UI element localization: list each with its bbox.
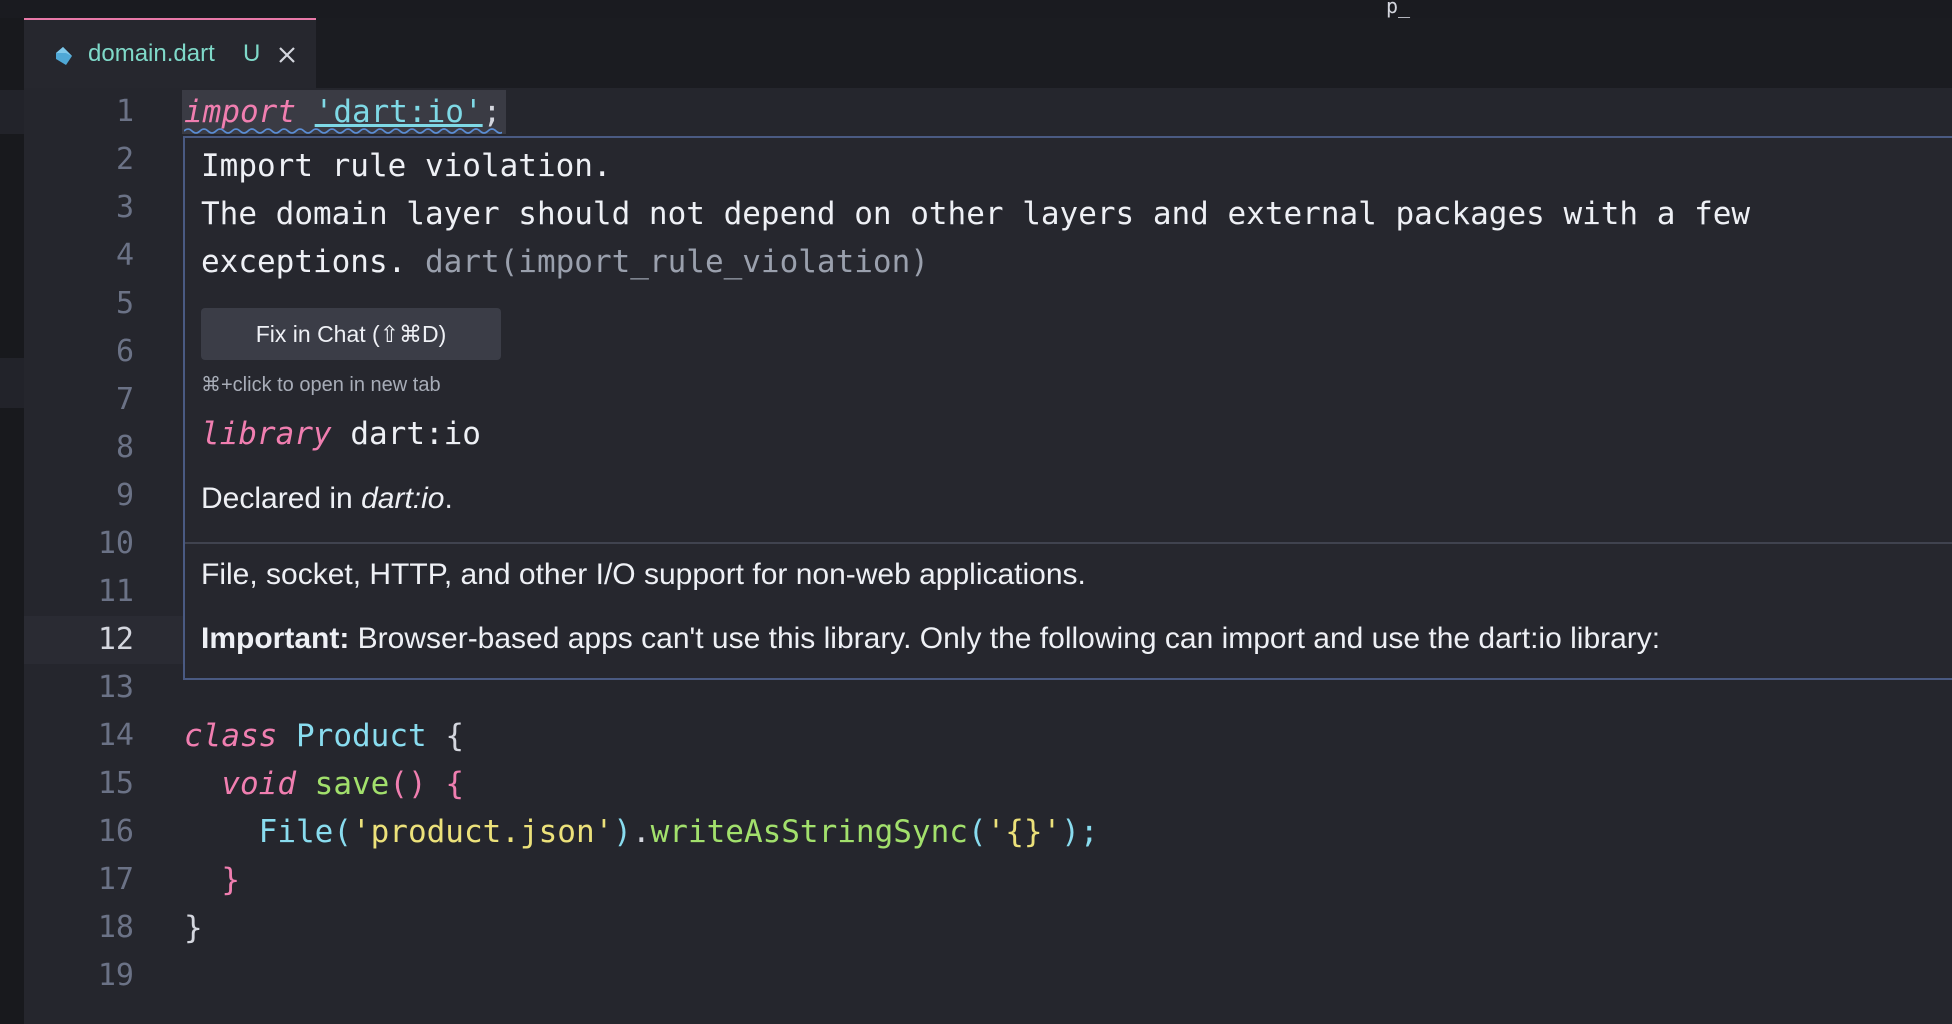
diagnostic-message-end: exceptions. xyxy=(201,244,407,280)
diagnostic-message-cont: exceptions. dart(import_rule_violation) xyxy=(201,244,929,280)
string-literal: 'product.json' xyxy=(351,814,614,850)
line-number: 17 xyxy=(97,862,134,897)
line-number-gutter: 1 2 3 4 5 6 7 8 9 10 11 12 13 14 15 16 1… xyxy=(24,88,134,1024)
code-keyword: import xyxy=(184,94,296,130)
line-number: 8 xyxy=(115,430,134,465)
line-number: 2 xyxy=(115,142,134,177)
line-number: 13 xyxy=(97,670,134,705)
code-line-16[interactable]: File('product.json').writeAsStringSync('… xyxy=(184,808,1099,856)
hover-divider xyxy=(185,542,1952,544)
code-punctuation: ); xyxy=(1061,814,1099,850)
dart-file-icon xyxy=(56,47,72,65)
important-text: Browser-based apps can't use this librar… xyxy=(349,622,1661,655)
declared-prefix: Declared in xyxy=(201,482,362,515)
important-label: Important: xyxy=(201,622,350,655)
top-strip: p_ xyxy=(0,0,1952,18)
hover-tooltip: Import rule violation. The domain layer … xyxy=(183,136,1952,680)
strip-mark xyxy=(0,90,24,134)
line-number: 5 xyxy=(115,286,134,321)
top-fragment-text: p_ xyxy=(1386,0,1411,18)
code-line-18[interactable]: } xyxy=(184,904,203,952)
method-name: writeAsStringSync xyxy=(650,814,968,850)
code-punctuation: } xyxy=(184,910,203,946)
fix-in-chat-button[interactable]: Fix in Chat (⇧⌘D) xyxy=(201,308,501,360)
important-note: Important: Browser-based apps can't use … xyxy=(201,622,1660,656)
line-number: 9 xyxy=(115,478,134,513)
close-icon[interactable] xyxy=(275,43,299,67)
line-number: 19 xyxy=(97,958,134,993)
code-line-15[interactable]: void save() { xyxy=(184,760,464,808)
tab-domain-dart[interactable]: domain.dart U xyxy=(24,18,316,88)
code-punctuation: { xyxy=(445,766,464,802)
line-number: 11 xyxy=(97,574,134,609)
code-punctuation: () xyxy=(389,766,427,802)
line-number: 16 xyxy=(97,814,134,849)
code-line-14[interactable]: class Product { xyxy=(184,712,464,760)
library-name: dart:io xyxy=(350,416,481,452)
line-number: 4 xyxy=(115,238,134,273)
library-description: File, socket, HTTP, and other I/O suppor… xyxy=(201,558,1086,591)
code-punctuation: . xyxy=(631,814,651,850)
warning-squiggle xyxy=(184,128,502,134)
class-name: File xyxy=(258,814,334,850)
open-new-tab-hint: ⌘+click to open in new tab xyxy=(201,374,441,396)
library-signature: library dart:io xyxy=(201,416,481,452)
code-punctuation: ( xyxy=(333,814,352,850)
code-line-17[interactable]: } xyxy=(184,856,240,904)
method-name: save xyxy=(314,766,390,802)
code-punctuation: ( xyxy=(967,814,987,850)
line-number: 18 xyxy=(97,910,134,945)
library-keyword: library xyxy=(201,416,332,452)
class-name: Product xyxy=(296,718,427,754)
tab-title: domain.dart xyxy=(88,40,215,67)
declared-in: Declared in dart:io. xyxy=(201,482,453,516)
code-punctuation: ) xyxy=(613,814,632,850)
code-punctuation: } xyxy=(221,862,240,898)
line-number: 6 xyxy=(115,334,134,369)
declared-suffix: . xyxy=(444,482,453,515)
code-punctuation: ; xyxy=(482,94,502,130)
line-number-active: 12 xyxy=(97,622,134,657)
line-number: 3 xyxy=(115,190,134,225)
activity-strip xyxy=(0,18,24,1024)
line-number: 1 xyxy=(115,94,134,129)
strip-mark xyxy=(0,358,24,408)
git-status-badge: U xyxy=(243,40,261,67)
line-number: 14 xyxy=(97,718,134,753)
diagnostic-rule-code: dart(import_rule_violation) xyxy=(424,244,929,280)
declared-library: dart:io xyxy=(361,482,445,515)
tab-bar: domain.dart U xyxy=(24,18,1952,88)
diagnostic-title: Import rule violation. xyxy=(201,148,612,184)
line-number: 7 xyxy=(115,382,134,417)
code-keyword: class xyxy=(184,718,278,754)
string-literal: '{}' xyxy=(986,814,1062,850)
code-punctuation: { xyxy=(445,718,464,754)
code-keyword: void xyxy=(221,766,296,802)
line-number: 10 xyxy=(97,526,134,561)
diagnostic-message: The domain layer should not depend on ot… xyxy=(201,196,1751,232)
line-number: 15 xyxy=(97,766,134,801)
import-path-link[interactable]: 'dart:io' xyxy=(315,94,483,130)
